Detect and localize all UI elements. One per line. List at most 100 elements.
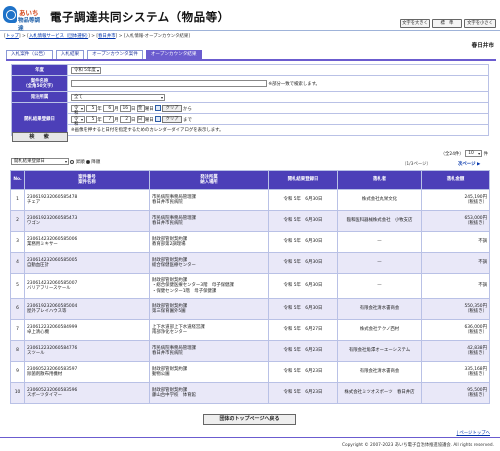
dept-name: 市民病院事務局管理課 — [152, 345, 196, 351]
row-amount: 550,350円 （税抜き） — [421, 298, 490, 320]
case-name-link[interactable]: ワゴン — [27, 221, 40, 226]
tab-open-counter-notices[interactable]: オープンカウンタ案件 — [87, 50, 143, 59]
from-year-input[interactable]: 5 — [86, 104, 98, 112]
case-number: 230605232060583596 — [27, 387, 78, 393]
row-case: 230614232060585007 バリアフリースケール — [24, 273, 150, 299]
sort-controls: 開札結果登録日 昇順 降順 — [11, 158, 100, 165]
tab-bid-notices[interactable]: 入札案件（公告） — [6, 50, 53, 59]
from-month-input[interactable]: 6 — [103, 104, 115, 112]
breadcrumb-top[interactable]: トップ — [6, 34, 19, 39]
per-page-select[interactable]: 10 — [465, 150, 483, 157]
tab-open-counter-results[interactable]: オープンカウンタ結果 — [145, 50, 202, 59]
row-amount: 653,000円 （税抜き） — [421, 210, 490, 232]
delivery-place: 第三保育園外5園 — [152, 309, 186, 314]
dept-name: 財政部管財契約課 — [152, 236, 188, 242]
to-month-input[interactable]: 7 — [103, 115, 115, 123]
row-no: 7 — [10, 319, 25, 341]
case-name-link[interactable]: 除菌剤散布用機材 — [27, 372, 62, 377]
case-name-link[interactable]: 卓上清心機 — [27, 330, 49, 335]
sort-select[interactable]: 開札結果登録日 — [11, 158, 69, 165]
name-input[interactable] — [71, 80, 267, 87]
row-date: 令和 5年 6月30日 — [268, 210, 338, 232]
case-name-link[interactable]: スツール — [27, 351, 45, 356]
row-dept: 上下水道部上下水道経営課 南部浄化センター — [149, 319, 269, 341]
delivery-place: ・総合保健医療センター3階 母子保健課 ・保健センター1階 母子保健課 — [152, 283, 234, 294]
desc-radio[interactable] — [86, 159, 91, 164]
tax-note: （税抜き） — [465, 393, 487, 398]
from-era-select[interactable]: 令和 — [71, 104, 85, 116]
row-winner: 臨和医科器械株式会社 小牧支店 — [337, 210, 422, 232]
row-dept: 財政部管財契約課 動物公園 — [149, 361, 269, 383]
delivery-place: 春日井市民病院 — [152, 200, 183, 205]
back-to-org-top-button[interactable]: 団体のトップページへ戻る — [203, 414, 296, 425]
case-name-link[interactable]: 自動血圧計 — [27, 263, 49, 268]
tax-note: （税抜き） — [465, 309, 487, 314]
dept-name: 財政部管財契約課 — [152, 257, 188, 263]
copyright: Copyright © 2007-2023 あいち電子自治体推進協議会. All… — [341, 443, 494, 448]
delivery-place: 南部浄化センター — [152, 330, 188, 335]
name-hint: ※部分一致で検索します。 — [268, 82, 320, 87]
case-name-link[interactable]: バリアフリースケール — [27, 286, 71, 291]
row-date: 令和 5年 6月30日 — [268, 298, 338, 320]
case-number: 230612232060584776 — [27, 345, 78, 351]
to-year-input[interactable]: 5 — [86, 115, 98, 123]
row-winner: — — [337, 252, 422, 274]
case-number: 230614232060585005 — [27, 257, 78, 263]
row-case: 230619232060585478 チェア — [24, 189, 150, 211]
font-large-button[interactable]: 文字を大きく — [400, 19, 430, 28]
row-amount: 636,000円 （税抜き） — [421, 319, 490, 341]
table-row: 6 230619232060585004 屋外プレイハウス等 財政部管財契約課 第三保育… — [10, 298, 490, 320]
row-case: 230619232060585473 ワゴン — [24, 210, 150, 232]
row-no: 1 — [10, 189, 25, 211]
row-case: 230614232060585005 自動血圧計 — [24, 252, 150, 274]
year-select[interactable]: 令和 5年度 — [71, 66, 101, 74]
row-case: 230612232060584999 卓上清心機 — [24, 319, 150, 341]
table-row: 3 230614232060585006 業務用ミキサー 財政部管財契約課 教育部第2調… — [10, 231, 490, 253]
to-day-input[interactable]: 2 — [120, 115, 132, 123]
breadcrumb-current: 入札情報-オープンカウンタ結果 — [125, 34, 189, 39]
date-note: ※画像を押すると日付を指定するためのカレンダーダイアログを表示します。 — [67, 124, 489, 136]
breadcrumb-city[interactable]: 春日井市 — [98, 34, 116, 39]
amount-value: 42,838円 — [467, 345, 487, 351]
row-amount: 不調 — [421, 252, 490, 274]
font-small-button[interactable]: 文字を小さく — [464, 19, 496, 28]
row-no: 3 — [10, 231, 25, 253]
row-date: 令和 5年 6月27日 — [268, 319, 338, 341]
dept-name: 財政部管財契約課 — [152, 366, 188, 372]
to-clear-button[interactable]: クリア — [162, 115, 182, 123]
case-name-link[interactable]: スポーツタイマー — [27, 393, 62, 398]
row-case: 230605232060583597 除菌剤散布用機材 — [24, 361, 150, 383]
col-amount: 落札金額 — [421, 170, 490, 190]
row-amount: 42,838円 （税抜き） — [421, 340, 490, 362]
dept-select[interactable]: 全て — [71, 93, 165, 101]
row-amount: 335,168円 （税抜き） — [421, 361, 490, 383]
tab-bar: 入札案件（公告） 入札結果 オープンカウンタ案件 オープンカウンタ結果 — [6, 50, 202, 59]
from-clear-button[interactable]: クリア — [162, 104, 182, 112]
row-no: 9 — [10, 361, 25, 383]
table-row: 7 230612232060584999 卓上清心機 上下水道部上下水道経営課 南部浄化… — [10, 319, 490, 341]
amount-value: 不調 — [478, 283, 487, 289]
page-top-link[interactable]: | ページトップへ — [456, 430, 490, 436]
dept-name: 上下水道部上下水道経営課 — [152, 324, 205, 330]
col-case: 案件番号 案件名称 — [24, 170, 150, 190]
to-era-select[interactable]: 令和 — [71, 115, 85, 127]
font-standard-button[interactable]: 標 準 — [432, 19, 462, 28]
to-calendar-icon[interactable] — [155, 116, 162, 122]
case-name-link[interactable]: チェア — [27, 200, 40, 205]
site-logo[interactable]: あいち 物品等調達 — [3, 4, 45, 32]
search-button[interactable]: 検 索 — [12, 132, 68, 142]
tab-bid-results[interactable]: 入札結果 — [55, 50, 85, 59]
row-amount: 不調 — [421, 273, 490, 299]
asc-radio[interactable] — [70, 159, 75, 164]
from-calendar-icon[interactable] — [155, 105, 162, 111]
row-winner: — — [337, 273, 422, 299]
row-dept: 財政部管財契約課 ・総合保健医療センター3階 母子保健課 ・保健センター1階 母子… — [149, 273, 269, 299]
case-name-link[interactable]: 屋外プレイハウス等 — [27, 309, 66, 314]
table-row: 2 230619232060585473 ワゴン 市民病院事務局管理課 春日井市民病院令… — [10, 210, 490, 232]
case-name-link[interactable]: 業務用ミキサー — [27, 242, 58, 247]
next-page-link[interactable]: 次ページ ▶ — [458, 161, 480, 167]
row-dept: 市民病院事務局管理課 春日井市民病院 — [149, 340, 269, 362]
row-dept: 市民病院事務局管理課 春日井市民病院 — [149, 210, 269, 232]
breadcrumb-service[interactable]: 入札情報サービス（団体選択） — [29, 34, 88, 39]
from-day-input[interactable]: 16 — [120, 104, 132, 112]
